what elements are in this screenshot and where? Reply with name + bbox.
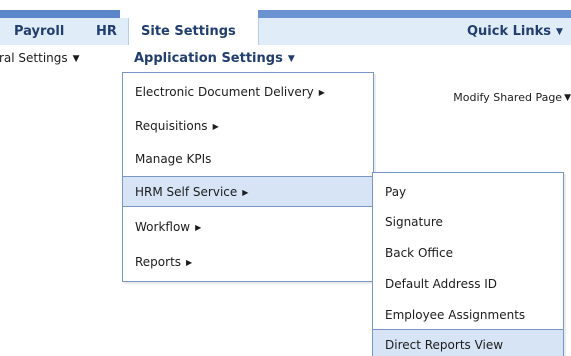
sub-navigation: ral Settings ▼ Application Settings ▼ (0, 45, 571, 72)
caret-right-icon: ▶ (212, 122, 219, 131)
submenu-item-label: Back Office (385, 246, 453, 260)
subnav-general-settings[interactable]: ral Settings ▼ (0, 45, 80, 72)
nav-tab-site-settings-label: Site Settings (141, 24, 236, 39)
submenu-item-label: Default Address ID (385, 277, 498, 291)
subnav-general-settings-label: ral Settings (0, 51, 68, 65)
submenu-item-label: Employee Assignments (385, 308, 526, 322)
nav-quick-links[interactable]: Quick Links ▼ (467, 18, 563, 45)
top-accent-strip (0, 0, 571, 18)
caret-down-icon: ▼ (72, 54, 80, 64)
hrm-self-service-submenu: Pay Signature Back Office Default Addres… (372, 172, 564, 356)
application-settings-menu: Electronic Document Delivery ▶ Requisitio… (122, 72, 374, 282)
menu-item-label: HRM Self Service (135, 185, 238, 199)
menu-item-label: Reports (135, 255, 182, 269)
menu-item-reports[interactable]: Reports ▶ (123, 247, 373, 278)
submenu-item-signature[interactable]: Signature (373, 207, 563, 238)
menu-item-label: Workflow (135, 220, 191, 234)
submenu-item-label: Direct Reports View (385, 338, 504, 352)
menu-item-workflow[interactable]: Workflow ▶ (123, 212, 373, 243)
nav-quick-links-label: Quick Links (467, 24, 552, 39)
caret-right-icon: ▶ (195, 223, 202, 232)
menu-item-hrm-self-service[interactable]: HRM Self Service ▶ (123, 176, 373, 207)
caret-right-icon: ▶ (242, 188, 249, 197)
submenu-item-label: Pay (385, 185, 407, 199)
caret-right-icon: ▶ (318, 88, 325, 97)
modify-shared-page-button[interactable]: Modify Shared Page ▼ (453, 88, 571, 108)
menu-item-electronic-document-delivery[interactable]: Electronic Document Delivery ▶ (123, 77, 373, 108)
caret-right-icon: ▶ (186, 258, 193, 267)
submenu-item-employee-assignments[interactable]: Employee Assignments (373, 300, 563, 331)
nav-tab-payroll[interactable]: Payroll (14, 18, 64, 45)
submenu-item-pay[interactable]: Pay (373, 177, 563, 208)
submenu-item-direct-reports-view[interactable]: Direct Reports View (373, 329, 563, 356)
accent-bar-right (258, 10, 571, 18)
nav-tab-payroll-label: Payroll (14, 24, 65, 39)
nav-tab-site-settings[interactable]: Site Settings (128, 18, 259, 46)
nav-tab-hr[interactable]: HR (96, 18, 117, 45)
menu-item-label: Requisitions (135, 119, 208, 133)
subnav-application-settings[interactable]: Application Settings ▼ (134, 45, 295, 72)
menu-item-label: Electronic Document Delivery (135, 85, 314, 99)
modify-shared-page-label: Modify Shared Page (453, 91, 563, 104)
caret-down-icon: ▼ (564, 93, 571, 103)
accent-bar-left (0, 10, 120, 18)
submenu-item-label: Signature (385, 215, 443, 229)
menu-item-manage-kpis[interactable]: Manage KPIs (123, 144, 373, 175)
caret-down-icon: ▼ (287, 54, 295, 64)
nav-tab-hr-label: HR (96, 24, 117, 39)
caret-down-icon: ▼ (556, 27, 563, 37)
submenu-item-back-office[interactable]: Back Office (373, 238, 563, 269)
menu-item-label: Manage KPIs (135, 152, 212, 166)
subnav-application-settings-label: Application Settings (134, 51, 283, 66)
submenu-item-default-address-id[interactable]: Default Address ID (373, 269, 563, 300)
menu-item-requisitions[interactable]: Requisitions ▶ (123, 111, 373, 142)
main-navigation: Payroll HR Site Settings Quick Links ▼ (0, 18, 571, 46)
